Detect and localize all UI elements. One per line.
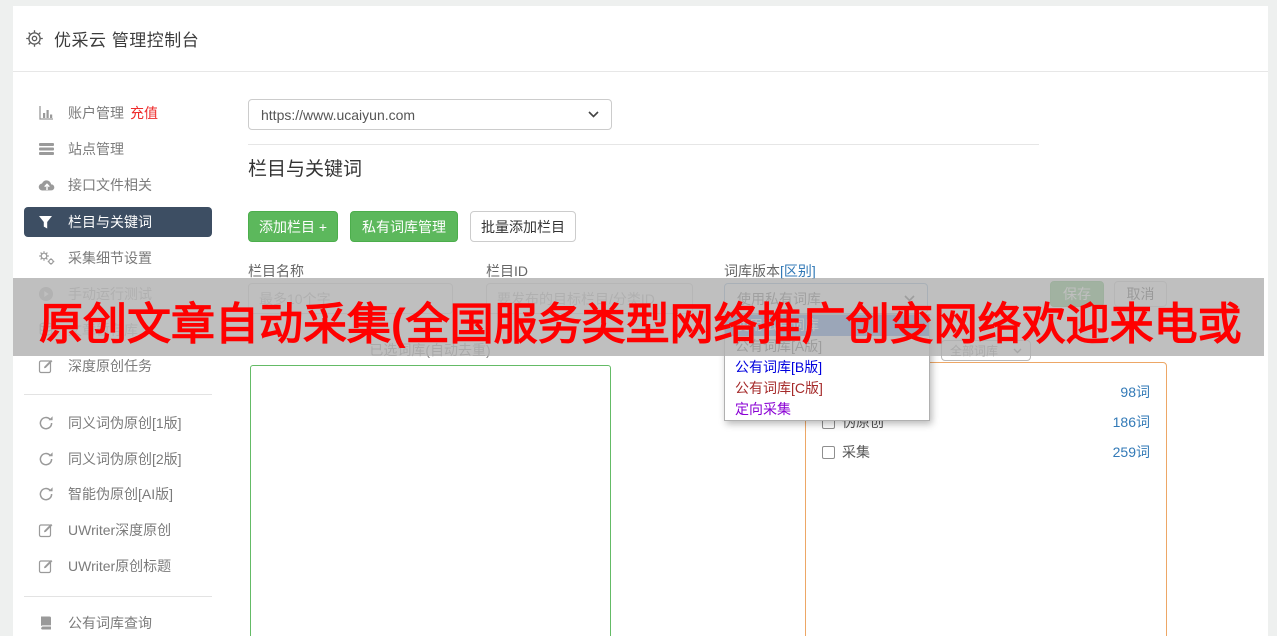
keyword-count: 259词 xyxy=(1113,442,1150,462)
refresh-icon xyxy=(38,451,56,467)
batch-add-button[interactable]: 批量添加栏目 xyxy=(470,211,576,242)
sidebar-divider xyxy=(24,596,212,597)
section-divider xyxy=(248,144,1039,145)
site-url-select[interactable]: https://www.ucaiyun.com xyxy=(248,99,612,130)
chevron-down-icon xyxy=(588,111,599,118)
keyword-label: 采集 xyxy=(842,442,870,462)
sidebar-item-label: 同义词伪原创[1版] xyxy=(68,413,182,433)
sidebar-item[interactable]: UWriter原创标题 xyxy=(24,551,212,581)
cloud-upload-icon xyxy=(38,177,56,193)
sidebar-divider xyxy=(24,394,212,395)
recharge-link[interactable]: 充值 xyxy=(130,103,158,123)
site-url-value: https://www.ucaiyun.com xyxy=(261,107,415,123)
app-header: 优采云 管理控制台 xyxy=(13,6,1268,72)
sidebar-item[interactable]: 同义词伪原创[1版] xyxy=(24,408,212,438)
sidebar-item[interactable]: 账户管理充值 xyxy=(24,98,212,128)
refresh-icon xyxy=(38,415,56,431)
gears-icon xyxy=(38,250,56,266)
app-root: 优采云 管理控制台 账户管理充值站点管理接口文件相关栏目与关键词采集细节设置手动… xyxy=(0,0,1277,636)
edit-icon xyxy=(38,558,56,574)
sidebar-item[interactable]: 采集细节设置 xyxy=(24,243,212,273)
sidebar-item-label: 同义词伪原创[2版] xyxy=(68,449,182,469)
dropdown-option[interactable]: 公有词库[B版] xyxy=(725,357,929,378)
keyword-count: 98词 xyxy=(1120,382,1150,402)
sidebar-item-label: UWriter原创标题 xyxy=(68,556,171,576)
funnel-icon xyxy=(38,214,56,230)
sidebar-item-label: 接口文件相关 xyxy=(68,175,152,195)
bar-chart-icon xyxy=(38,105,56,121)
sidebar-item-label: 采集细节设置 xyxy=(68,248,152,268)
sidebar-item[interactable]: 智能伪原创[AI版] xyxy=(24,479,212,509)
sidebar-item[interactable]: 栏目与关键词 xyxy=(24,207,212,237)
edit-icon xyxy=(38,358,56,374)
server-icon xyxy=(38,141,56,157)
add-column-button[interactable]: 添加栏目 + xyxy=(248,211,338,242)
section-title: 栏目与关键词 xyxy=(248,154,362,181)
sidebar-item-label: 站点管理 xyxy=(68,139,124,159)
dropdown-option[interactable]: 公有词库[C版] xyxy=(725,378,929,399)
sidebar-item[interactable]: 接口文件相关 xyxy=(24,170,212,200)
sidebar-item-label: 账户管理 xyxy=(68,103,124,123)
selected-lexicon-box[interactable] xyxy=(250,365,611,636)
private-lexicon-button[interactable]: 私有词库管理 xyxy=(350,211,458,242)
edit-icon xyxy=(38,522,56,538)
dropdown-option[interactable]: 定向采集 xyxy=(725,399,929,420)
sidebar-item[interactable]: 公有词库查询 xyxy=(24,608,212,636)
keyword-row: 采集 259词 xyxy=(822,438,1150,466)
book-icon xyxy=(38,615,56,631)
gear-icon xyxy=(25,29,44,48)
sidebar-item[interactable]: UWriter深度原创 xyxy=(24,515,212,545)
page-title: 优采云 管理控制台 xyxy=(54,26,199,51)
sidebar-item-label: 栏目与关键词 xyxy=(68,212,152,232)
sidebar-item-label: 智能伪原创[AI版] xyxy=(68,484,173,504)
keyword-checkbox[interactable] xyxy=(822,446,835,459)
sidebar-item-label: 深度原创任务 xyxy=(68,356,152,376)
watermark-banner: 原创文章自动采集(全国服务类型网络推广创变网络欢迎来电或 xyxy=(13,278,1264,356)
sidebar-item[interactable]: 同义词伪原创[2版] xyxy=(24,444,212,474)
refresh-icon xyxy=(38,486,56,502)
sidebar-item-label: UWriter深度原创 xyxy=(68,520,171,540)
sidebar-item[interactable]: 站点管理 xyxy=(24,134,212,164)
keyword-count: 186词 xyxy=(1113,412,1150,432)
watermark-text: 原创文章自动采集(全国服务类型网络推广创变网络欢迎来电或 xyxy=(13,288,1242,352)
sidebar-item-label: 公有词库查询 xyxy=(68,613,152,633)
lexicon-diff-link[interactable]: [区别] xyxy=(780,263,816,279)
